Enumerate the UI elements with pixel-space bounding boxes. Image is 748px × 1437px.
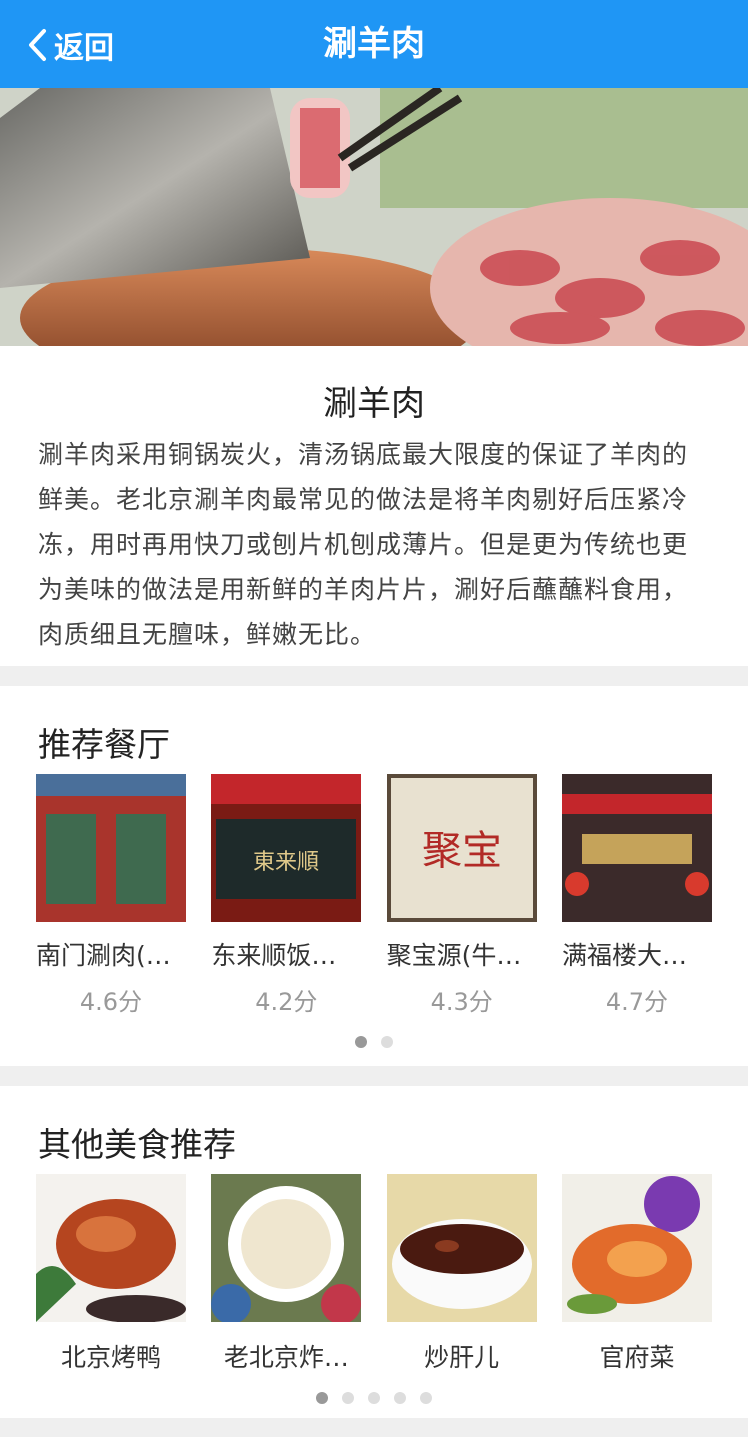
food-name: 北京烤鸭 bbox=[60, 1343, 161, 1372]
food-image bbox=[36, 1174, 186, 1322]
pager-dot[interactable] bbox=[381, 1036, 393, 1048]
food-image bbox=[211, 1174, 362, 1322]
restaurant-name: 聚宝源(牛… bbox=[386, 941, 522, 970]
carousel-pager bbox=[0, 1036, 748, 1048]
pager-dot-active[interactable] bbox=[355, 1036, 367, 1048]
restaurant-card[interactable]: 東来順 东来顺饭… 4.2分 bbox=[211, 774, 362, 1017]
svg-text:東来順: 東来順 bbox=[253, 850, 319, 875]
food-carousel[interactable]: 北京烤鸭 老北京炸… 炒肝儿 官府菜 bbox=[36, 1174, 712, 1374]
nav-bar: 返回 涮羊肉 bbox=[0, 0, 748, 88]
food-card[interactable]: 炒肝儿 bbox=[386, 1174, 537, 1374]
carousel-pager bbox=[0, 1392, 748, 1404]
back-button[interactable]: 返回 bbox=[26, 24, 114, 66]
food-image bbox=[386, 1174, 537, 1322]
restaurant-score: 4.7分 bbox=[605, 988, 669, 1016]
restaurant-image bbox=[561, 774, 712, 922]
hero-image bbox=[0, 88, 748, 346]
restaurant-image bbox=[36, 774, 186, 922]
intro-card: 涮羊肉 涮羊肉采用铜锅炭火，清汤锅底最大限度的保证了羊肉的鲜美。老北京涮羊肉最常… bbox=[0, 346, 748, 666]
restaurant-score: 4.2分 bbox=[255, 988, 318, 1016]
restaurant-carousel[interactable]: 南门涮肉(… 4.6分 東来順 东来顺饭… 4.2分 聚宝 聚宝源(牛… 4.3… bbox=[36, 774, 712, 1017]
intro-title: 涮羊肉 bbox=[323, 384, 425, 424]
pager-dot[interactable] bbox=[368, 1392, 380, 1404]
food-image bbox=[561, 1174, 712, 1322]
restaurant-card[interactable]: 南门涮肉(… 4.6分 bbox=[36, 774, 186, 1017]
other-food-section: 其他美食推荐 北京烤鸭 老北京炸… 炒肝儿 官府菜 bbox=[0, 1086, 748, 1418]
pager-dot[interactable] bbox=[342, 1392, 354, 1404]
section-title: 推荐餐厅 bbox=[38, 725, 170, 764]
restaurant-card[interactable]: 满福楼大… 4.7分 bbox=[561, 774, 712, 1017]
chevron-left-icon bbox=[29, 29, 46, 61]
food-card[interactable]: 老北京炸… bbox=[211, 1174, 362, 1374]
pager-dot[interactable] bbox=[420, 1392, 432, 1404]
restaurant-name: 东来顺饭… bbox=[211, 941, 337, 970]
pager-dot[interactable] bbox=[394, 1392, 406, 1404]
restaurant-score: 4.6分 bbox=[79, 988, 143, 1016]
food-card[interactable]: 官府菜 bbox=[561, 1174, 712, 1374]
svg-text:聚宝: 聚宝 bbox=[422, 828, 502, 874]
pager-dot-active[interactable] bbox=[316, 1392, 328, 1404]
intro-text: 涮羊肉采用铜锅炭火，清汤锅底最大限度的保证了羊肉的鲜美。老北京涮羊肉最常见的做法… bbox=[38, 440, 689, 649]
restaurant-image: 東来順 bbox=[211, 774, 362, 922]
restaurant-score: 4.3分 bbox=[430, 988, 493, 1016]
food-card[interactable]: 北京烤鸭 bbox=[36, 1174, 186, 1374]
back-label: 返回 bbox=[54, 31, 114, 66]
food-name: 老北京炸… bbox=[223, 1343, 349, 1372]
section-title: 其他美食推荐 bbox=[38, 1125, 236, 1164]
food-name: 炒肝儿 bbox=[424, 1343, 500, 1372]
restaurant-name: 满福楼大… bbox=[561, 941, 687, 970]
food-name: 官府菜 bbox=[599, 1343, 675, 1372]
recommended-restaurants-section: 推荐餐厅 南门涮肉(… 4.6分 東来順 东来顺饭… 4.2分 聚宝 聚宝源(牛… bbox=[0, 686, 748, 1066]
restaurant-name: 南门涮肉(… bbox=[36, 941, 171, 970]
restaurant-image: 聚宝 bbox=[386, 774, 537, 922]
restaurant-card[interactable]: 聚宝 聚宝源(牛… 4.3分 bbox=[386, 774, 537, 1017]
